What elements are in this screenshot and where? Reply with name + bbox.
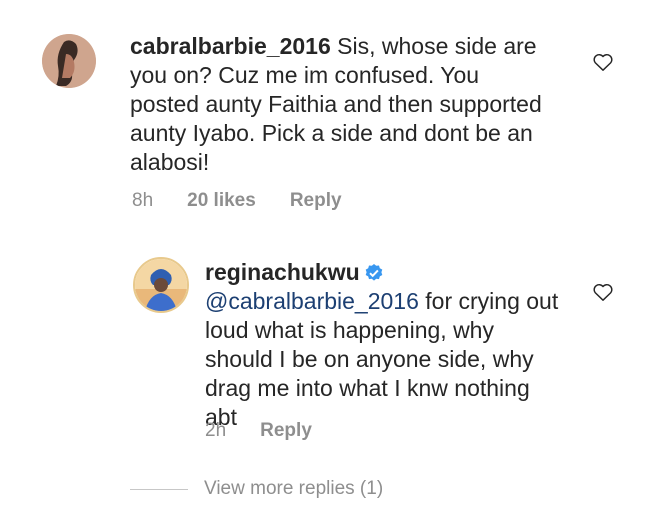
mention-link[interactable]: @cabralbarbie_2016 — [205, 288, 419, 314]
view-more-label[interactable]: View more replies (1) — [204, 478, 383, 500]
comment-text: reginachukwu @cabralbarbie_2016 for cryi… — [205, 258, 565, 432]
avatar[interactable] — [42, 34, 96, 88]
comment-text: cabralbarbie_2016 Sis, whose side are yo… — [130, 32, 550, 177]
comment-meta: 8h 20 likes Reply — [132, 190, 376, 212]
verified-badge-icon — [365, 264, 382, 281]
username[interactable]: cabralbarbie_2016 — [130, 33, 331, 59]
comment-item: cabralbarbie_2016 Sis, whose side are yo… — [0, 0, 648, 230]
reply-button[interactable]: Reply — [260, 420, 312, 442]
username[interactable]: reginachukwu — [205, 259, 360, 285]
divider — [130, 488, 188, 490]
timestamp: 8h — [132, 190, 154, 211]
comment-item: reginachukwu @cabralbarbie_2016 for cryi… — [0, 230, 648, 470]
avatar[interactable] — [133, 257, 189, 313]
heart-icon[interactable] — [592, 282, 614, 302]
heart-icon[interactable] — [592, 52, 614, 72]
comment-meta: 2h Reply — [205, 420, 346, 442]
timestamp: 2h — [205, 420, 227, 441]
reply-button[interactable]: Reply — [290, 190, 342, 212]
view-more-replies[interactable]: View more replies (1) — [130, 478, 383, 500]
likes-count[interactable]: 20 likes — [187, 190, 256, 212]
